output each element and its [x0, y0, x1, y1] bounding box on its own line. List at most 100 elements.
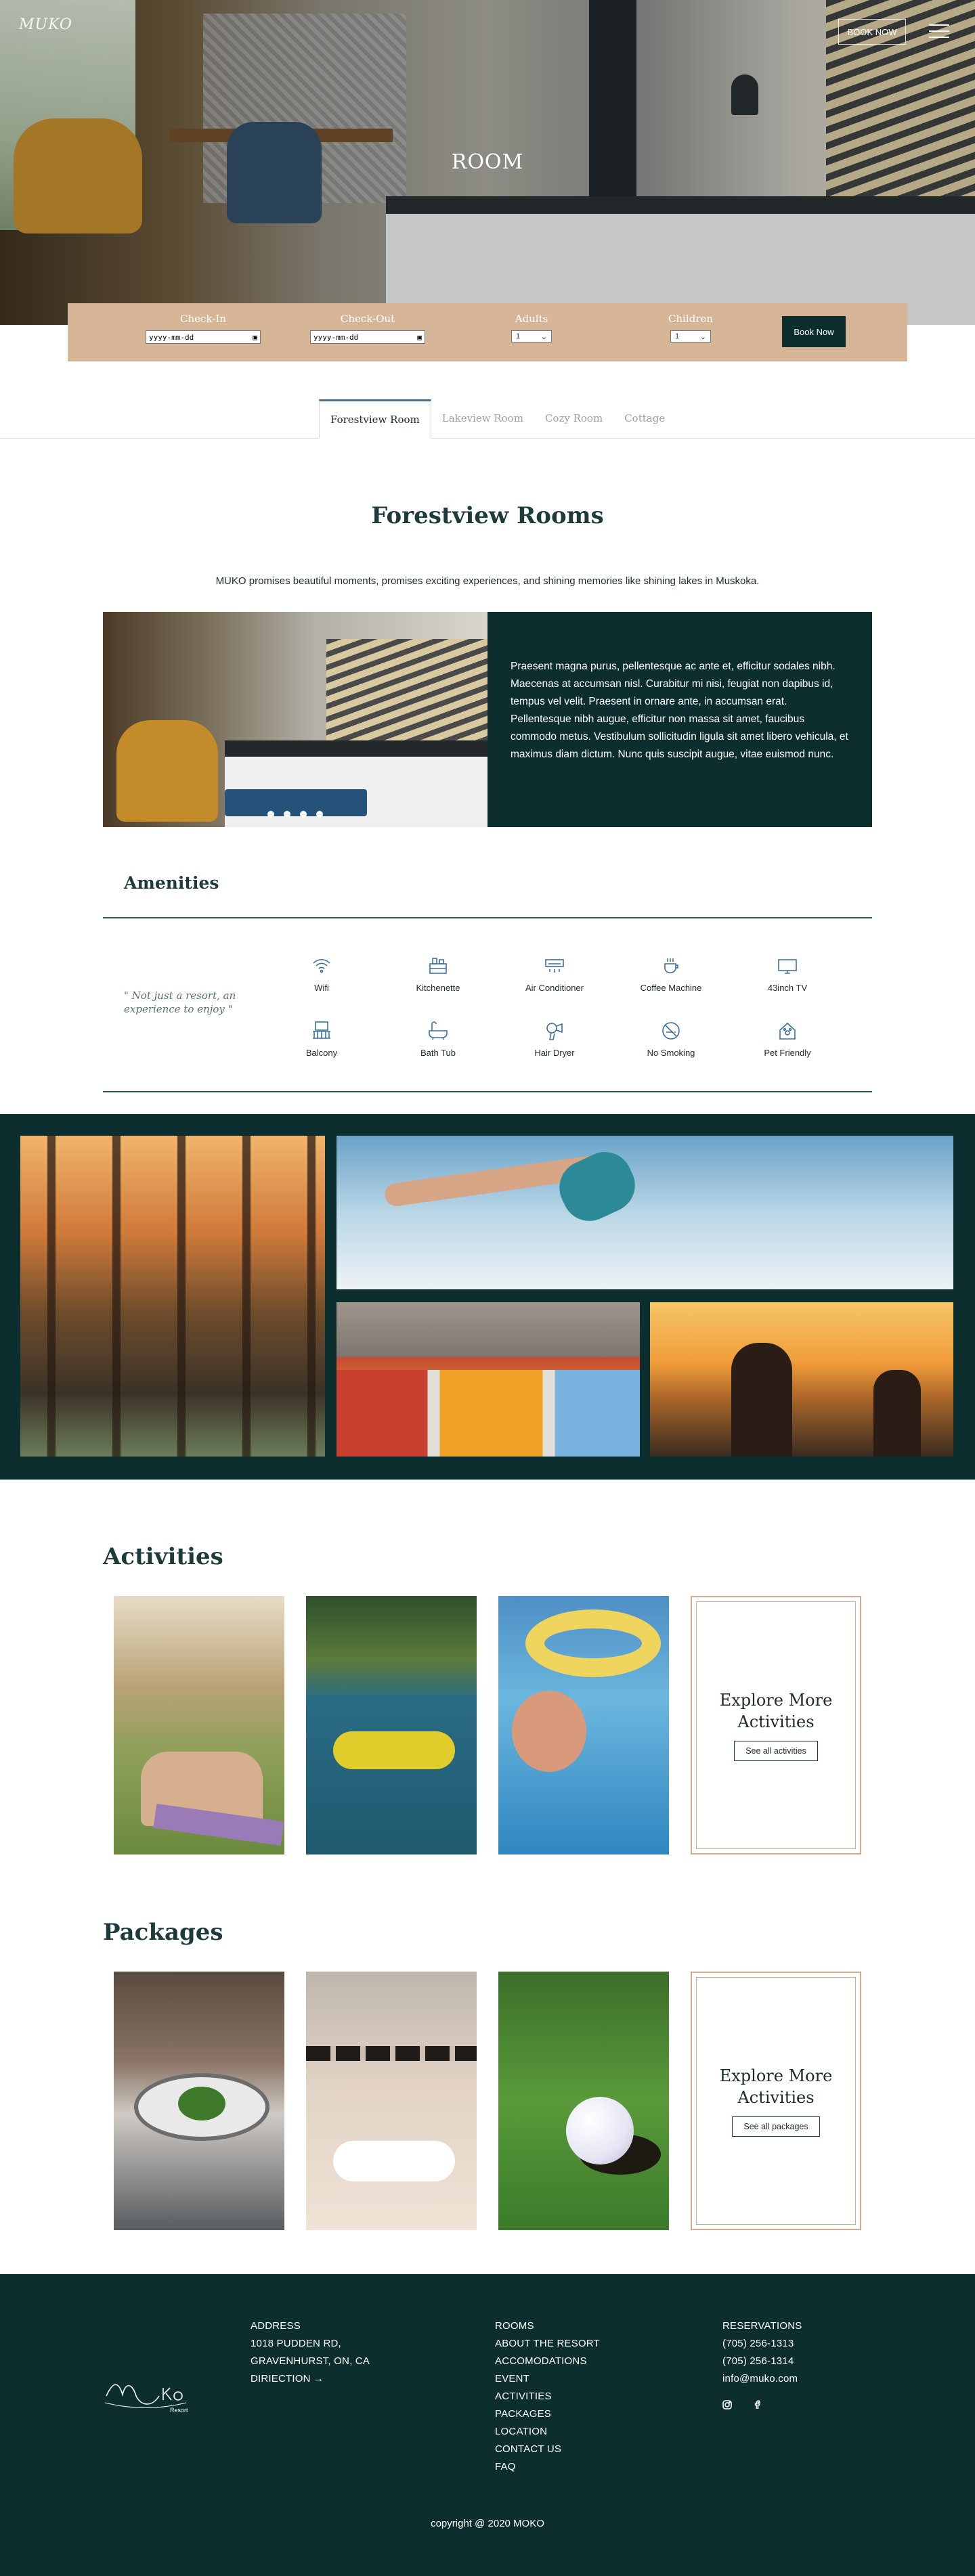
gallery-image-muskoka-chairs[interactable] [337, 1302, 640, 1457]
copyright: copyright @ 2020 MOKO [431, 2518, 544, 2529]
activity-card-yoga[interactable] [114, 1596, 284, 1855]
package-card-golf[interactable] [498, 1972, 669, 2230]
activity-card-kayak[interactable] [306, 1596, 477, 1855]
package-card-dining[interactable] [114, 1972, 284, 2230]
footer-link-activities[interactable]: ACTIVITIES [495, 2388, 600, 2405]
amenity-bath-tub: Bath Tub [404, 1019, 472, 1059]
book-now-button[interactable]: Book Now [782, 316, 846, 347]
amenity-balcony: Balcony [288, 1019, 355, 1059]
hamburger-menu-icon[interactable] [929, 24, 949, 38]
instagram-icon[interactable] [722, 2400, 732, 2413]
tab-lakeview-room[interactable]: Lakeview Room [431, 399, 534, 437]
children-field: Children 1 ⌄ [657, 313, 724, 342]
package-card-spa[interactable] [306, 1972, 477, 2230]
gallery-image-dock-sunset[interactable] [650, 1302, 953, 1457]
activity-card-swimming[interactable] [498, 1596, 669, 1855]
adults-select[interactable]: 1 ⌄ [511, 330, 552, 342]
footer-nav: ROOMS ABOUT THE RESORT ACCOMODATIONS EVE… [495, 2317, 600, 2476]
footer-logo[interactable]: Resort [104, 2368, 190, 2415]
svg-text:Resort: Resort [170, 2407, 188, 2414]
tab-forestview-room[interactable]: Forestview Room [319, 399, 431, 439]
amenities-title: Amenities [124, 873, 219, 893]
activities-title: Activities [103, 1543, 223, 1570]
page-title: ROOM [451, 150, 524, 174]
checkin-date-input[interactable]: yyyy-mm-dd ▣ [146, 330, 261, 344]
address-heading: ADDRESS [251, 2320, 301, 2332]
room-title: Forestview Rooms [371, 502, 604, 529]
footer-link-event[interactable]: EVENT [495, 2370, 600, 2388]
photo-gallery [0, 1114, 975, 1480]
chevron-down-icon: ⌄ [699, 332, 706, 341]
calendar-icon[interactable]: ▣ [417, 333, 422, 342]
carousel-dot[interactable] [267, 811, 274, 818]
pet-friendly-icon [776, 1019, 799, 1042]
coffee-machine-icon [659, 954, 682, 977]
adults-field: Adults 1 ⌄ [498, 313, 565, 342]
booking-bar: Check-In yyyy-mm-dd ▣ Check-Out yyyy-mm-… [68, 303, 907, 361]
hair-dryer-icon [543, 1019, 566, 1042]
children-select[interactable]: 1 ⌄ [670, 330, 711, 342]
bathtub-icon [427, 1019, 450, 1042]
children-label: Children [668, 313, 714, 325]
email-link[interactable]: info@muko.com [722, 2370, 802, 2388]
carousel-dot[interactable] [316, 811, 323, 818]
chevron-down-icon: ⌄ [540, 332, 547, 341]
facebook-icon[interactable] [752, 2400, 762, 2413]
tab-cozy-room[interactable]: Cozy Room [534, 399, 613, 437]
amenity-kitchenette: Kitchenette [404, 954, 472, 994]
checkout-label: Check-Out [340, 313, 395, 325]
footer-link-accomodations[interactable]: ACCOMODATIONS [495, 2353, 600, 2370]
footer-link-about[interactable]: ABOUT THE RESORT [495, 2335, 600, 2353]
footer-link-rooms[interactable]: ROOMS [495, 2317, 600, 2335]
footer-link-faq[interactable]: FAQ [495, 2458, 600, 2476]
social-links [722, 2400, 762, 2413]
see-all-packages-button[interactable]: See all packages [732, 2116, 820, 2137]
tv-icon [776, 954, 799, 977]
footer-reservations: RESERVATIONS (705) 256-1313 (705) 256-13… [722, 2317, 802, 2388]
phone-1[interactable]: (705) 256-1313 [722, 2335, 802, 2353]
air-conditioner-icon [543, 954, 566, 977]
kitchen-icon [427, 954, 450, 977]
amenity-pet-friendly: Pet Friendly [754, 1019, 821, 1059]
gallery-image-forest-sunset[interactable] [20, 1136, 325, 1457]
carousel-dots [103, 811, 488, 818]
room-carousel[interactable] [103, 612, 488, 827]
checkout-field: Check-Out yyyy-mm-dd ▣ [310, 313, 425, 344]
checkin-label: Check-In [180, 313, 226, 325]
carousel-dot[interactable] [300, 811, 307, 818]
amenity-air-conditioner: Air Conditioner [521, 954, 588, 994]
amenity-tv: 43inch TV [754, 954, 821, 994]
room-tabs: Forestview Room Lakeview Room Cozy Room … [0, 398, 975, 439]
reservations-heading: RESERVATIONS [722, 2320, 802, 2332]
explore-activities-title: Explore More Activities [719, 1691, 833, 1731]
address-line-1: 1018 PUDDEN RD, [251, 2338, 341, 2349]
amenities-quote: " Not just a resort, an experience to en… [124, 990, 236, 1015]
amenity-coffee-machine: Coffee Machine [637, 954, 705, 994]
explore-packages-title: Explore More Activities [719, 2066, 833, 2107]
explore-packages-card: Explore More Activities See all packages [691, 1972, 861, 2230]
header-book-now-button[interactable]: BOOK NOW [838, 19, 906, 45]
tab-cottage[interactable]: Cottage [613, 399, 676, 437]
direction-link[interactable]: DIRIECTION → [251, 2370, 370, 2388]
room-description: Praesent magna purus, pellentesque ac an… [488, 612, 872, 827]
amenity-hair-dryer: Hair Dryer [521, 1019, 588, 1059]
checkout-date-input[interactable]: yyyy-mm-dd ▣ [310, 330, 425, 344]
phone-2[interactable]: (705) 256-1314 [722, 2353, 802, 2370]
site-logo[interactable]: MUKO [19, 16, 72, 33]
footer-address: ADDRESS 1018 PUDDEN RD, GRAVENHURST, ON,… [251, 2317, 370, 2388]
footer-link-packages[interactable]: PACKAGES [495, 2405, 600, 2423]
room-intro: MUKO promises beautiful moments, promise… [215, 575, 760, 587]
footer-link-contact[interactable]: CONTACT US [495, 2441, 600, 2458]
see-all-activities-button[interactable]: See all activities [734, 1741, 818, 1761]
hero-banner: MUKO ROOM BOOK NOW [0, 0, 975, 325]
footer-link-location[interactable]: LOCATION [495, 2423, 600, 2441]
address-line-2: GRAVENHURST, ON, CA [251, 2355, 370, 2367]
room-feature: Praesent magna purus, pellentesque ac an… [103, 612, 872, 827]
wifi-icon [310, 954, 333, 977]
gallery-image-toast[interactable] [337, 1136, 953, 1289]
calendar-icon[interactable]: ▣ [253, 333, 257, 342]
divider [103, 917, 872, 918]
balcony-icon [310, 1019, 333, 1042]
checkin-field: Check-In yyyy-mm-dd ▣ [146, 313, 261, 344]
carousel-dot[interactable] [284, 811, 290, 818]
